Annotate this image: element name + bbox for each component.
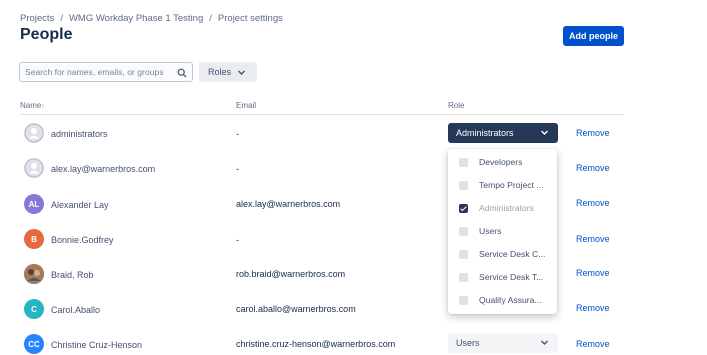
column-header-role: Role	[448, 101, 465, 110]
role-option-administrators[interactable]: Administrators	[448, 197, 557, 219]
table-row: CC Christine Cruz-Henson christine.cruz-…	[0, 325, 707, 355]
header-divider	[20, 114, 624, 115]
search-box	[19, 62, 193, 82]
remove-link[interactable]: Remove	[576, 128, 610, 138]
table-row: Braid, Rob rob.braid@warnerbros.com Remo…	[0, 257, 707, 291]
avatar	[24, 123, 44, 143]
search-input[interactable]	[25, 67, 175, 77]
user-name: Christine Cruz-Henson	[51, 340, 143, 350]
role-option-label: Developers	[479, 157, 523, 167]
breadcrumb-projects[interactable]: Projects	[20, 13, 54, 24]
role-option-label: Service Desk C...	[479, 249, 546, 259]
checkbox-checked[interactable]	[459, 203, 468, 213]
add-people-button[interactable]: Add people	[563, 26, 624, 46]
avatar: B	[24, 229, 44, 249]
role-select[interactable]: Administrators	[448, 123, 558, 143]
user-name: Carol.Aballo	[51, 305, 101, 315]
column-header-email: Email	[236, 101, 257, 110]
role-select-value: Administrators	[456, 128, 514, 138]
breadcrumb-separator: /	[60, 13, 63, 24]
column-header-name[interactable]: Name↑	[20, 101, 44, 110]
avatar	[24, 158, 44, 178]
sort-ascending-icon: ↑	[41, 104, 45, 110]
remove-link[interactable]: Remove	[576, 234, 610, 244]
user-name: alex.lay@warnerbros.com	[51, 164, 156, 174]
table-row: C Carol.Aballo carol.aballo@warnerbros.c…	[0, 292, 707, 326]
avatar: AL	[24, 194, 44, 214]
chevron-down-icon	[541, 340, 548, 345]
breadcrumb-project-settings[interactable]: Project settings	[218, 13, 283, 24]
role-select[interactable]: Users	[448, 333, 558, 353]
user-email: -	[236, 129, 239, 139]
remove-link[interactable]: Remove	[576, 268, 610, 278]
page-title: People	[20, 26, 73, 43]
role-dropdown-menu: Developers Tempo Project ... Administrat…	[448, 149, 557, 314]
table-row: administrators - Administrators Remove	[0, 116, 707, 150]
role-option-developers[interactable]: Developers	[448, 151, 557, 173]
checkbox[interactable]	[459, 249, 468, 259]
breadcrumb-separator: /	[209, 13, 212, 24]
role-option-service-desk-team[interactable]: Service Desk T...	[448, 266, 557, 288]
breadcrumb-project[interactable]: WMG Workday Phase 1 Testing	[69, 13, 203, 24]
user-name: administrators	[51, 129, 108, 139]
user-name: Bonnie.Godfrey	[51, 235, 114, 245]
table-row: alex.lay@warnerbros.com - Remove	[0, 152, 707, 186]
role-option-users[interactable]: Users	[448, 220, 557, 242]
avatar: C	[24, 299, 44, 319]
user-email: rob.braid@warnerbros.com	[236, 269, 346, 279]
role-option-label: Quality Assura...	[479, 295, 542, 305]
remove-link[interactable]: Remove	[576, 303, 610, 313]
role-option-label: Users	[479, 226, 502, 236]
role-option-tempo-project[interactable]: Tempo Project ...	[448, 174, 557, 196]
default-user-icon	[24, 123, 44, 143]
checkbox[interactable]	[459, 180, 468, 190]
user-email: christine.cruz-henson@warnerbros.com	[236, 339, 396, 349]
remove-link[interactable]: Remove	[576, 163, 610, 173]
search-icon	[177, 68, 187, 78]
roles-filter-button[interactable]: Roles	[199, 62, 257, 82]
user-name: Alexander Lay	[51, 200, 109, 210]
checkbox[interactable]	[459, 157, 468, 167]
remove-link[interactable]: Remove	[576, 198, 610, 208]
photo-avatar-icon	[24, 264, 44, 284]
avatar	[24, 264, 44, 284]
user-email: -	[236, 164, 239, 174]
column-header-name-label: Name	[20, 101, 42, 110]
checkbox[interactable]	[459, 295, 468, 305]
user-email: carol.aballo@warnerbros.com	[236, 304, 356, 314]
role-option-label: Administrators	[479, 203, 534, 213]
user-email: alex.lay@warnerbros.com	[236, 199, 341, 209]
user-email: -	[236, 235, 239, 245]
role-option-label: Service Desk T...	[479, 272, 544, 282]
checkbox[interactable]	[459, 272, 468, 282]
chevron-down-icon	[541, 130, 548, 135]
role-option-label: Tempo Project ...	[479, 180, 544, 190]
roles-filter-label: Roles	[208, 67, 232, 77]
role-option-service-desk-customers[interactable]: Service Desk C...	[448, 243, 557, 265]
user-name: Braid, Rob	[51, 270, 94, 280]
chevron-down-icon	[238, 70, 246, 75]
table-row: AL Alexander Lay alex.lay@warnerbros.com…	[0, 187, 707, 221]
role-option-quality-assurance[interactable]: Quality Assura...	[448, 289, 557, 311]
remove-link[interactable]: Remove	[576, 339, 610, 349]
table-row: B Bonnie.Godfrey - Remove	[0, 222, 707, 256]
default-user-icon	[24, 158, 44, 178]
role-select-value: Users	[456, 338, 480, 348]
breadcrumb: Projects / WMG Workday Phase 1 Testing /…	[20, 13, 283, 24]
checkbox[interactable]	[459, 226, 468, 236]
avatar: CC	[24, 334, 44, 354]
